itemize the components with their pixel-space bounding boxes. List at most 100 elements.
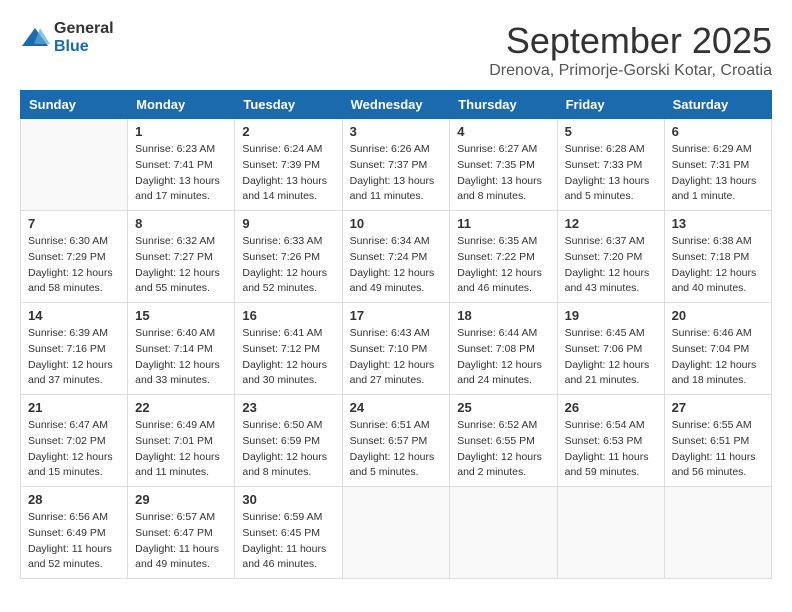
day-number: 1	[135, 124, 227, 139]
day-number: 9	[242, 216, 334, 231]
calendar-cell: 6Sunrise: 6:29 AM Sunset: 7:31 PM Daylig…	[664, 119, 771, 211]
calendar-cell	[557, 487, 664, 579]
calendar-cell: 25 Sunrise: 6:52 AM Sunset: 6:55 PM Dayli…	[450, 395, 557, 487]
calendar-header-sunday: Sunday	[21, 91, 128, 119]
calendar-cell: 11 Sunrise: 6:35 AM Sunset: 7:22 PM Dayli…	[450, 211, 557, 303]
day-number: 24	[350, 400, 443, 415]
day-number: 14	[28, 308, 120, 323]
day-info: Sunrise: 6:35 AM Sunset: 7:22 PM Dayligh…	[457, 234, 549, 297]
day-info: Sunrise: 6:23 AM Sunset: 7:41 PM Dayligh…	[135, 142, 227, 205]
calendar-header-friday: Friday	[557, 91, 664, 119]
calendar-week-row: 21Sunrise: 6:47 AM Sunset: 7:02 PM Dayli…	[21, 395, 772, 487]
day-number: 25	[457, 400, 549, 415]
calendar-cell	[21, 119, 128, 211]
calendar-table: SundayMondayTuesdayWednesdayThursdayFrid…	[20, 90, 772, 579]
day-info: Sunrise: 6:39 AM Sunset: 7:16 PM Dayligh…	[28, 326, 120, 389]
calendar-week-row: 1 Sunrise: 6:23 AM Sunset: 7:41 PM Daylig…	[21, 119, 772, 211]
day-info: Sunrise: 6:33 AM Sunset: 7:26 PM Dayligh…	[242, 234, 334, 297]
calendar-cell: 2Sunrise: 6:24 AM Sunset: 7:39 PM Daylig…	[235, 119, 342, 211]
day-number: 30	[242, 492, 334, 507]
day-number: 13	[672, 216, 764, 231]
calendar-cell	[664, 487, 771, 579]
day-number: 17	[350, 308, 443, 323]
day-number: 15	[135, 308, 227, 323]
day-number: 22	[135, 400, 227, 415]
day-number: 10	[350, 216, 443, 231]
day-number: 8	[135, 216, 227, 231]
calendar-cell: 1 Sunrise: 6:23 AM Sunset: 7:41 PM Daylig…	[128, 119, 235, 211]
logo-blue: Blue	[54, 38, 89, 55]
calendar-cell: 3 Sunrise: 6:26 AM Sunset: 7:37 PM Daylig…	[342, 119, 450, 211]
day-info: Sunrise: 6:32 AM Sunset: 7:27 PM Dayligh…	[135, 234, 227, 297]
day-info: Sunrise: 6:52 AM Sunset: 6:55 PM Dayligh…	[457, 418, 549, 481]
day-info: Sunrise: 6:46 AM Sunset: 7:04 PM Dayligh…	[672, 326, 764, 389]
day-info: Sunrise: 6:38 AM Sunset: 7:18 PM Dayligh…	[672, 234, 764, 297]
day-number: 26	[565, 400, 657, 415]
calendar-header-row: SundayMondayTuesdayWednesdayThursdayFrid…	[21, 91, 772, 119]
day-number: 18	[457, 308, 549, 323]
day-info: Sunrise: 6:41 AM Sunset: 7:12 PM Dayligh…	[242, 326, 334, 389]
page-header: General Blue September 2025 Drenova, Pri…	[20, 20, 772, 80]
calendar-header-wednesday: Wednesday	[342, 91, 450, 119]
calendar-cell: 28Sunrise: 6:56 AM Sunset: 6:49 PM Dayli…	[21, 487, 128, 579]
calendar-cell: 27 Sunrise: 6:55 AM Sunset: 6:51 PM Dayli…	[664, 395, 771, 487]
day-info: Sunrise: 6:55 AM Sunset: 6:51 PM Dayligh…	[672, 418, 764, 481]
calendar-cell: 23Sunrise: 6:50 AM Sunset: 6:59 PM Dayli…	[235, 395, 342, 487]
calendar-cell: 9 Sunrise: 6:33 AM Sunset: 7:26 PM Daylig…	[235, 211, 342, 303]
day-number: 4	[457, 124, 549, 139]
day-number: 5	[565, 124, 657, 139]
day-info: Sunrise: 6:51 AM Sunset: 6:57 PM Dayligh…	[350, 418, 443, 481]
calendar-week-row: 7 Sunrise: 6:30 AM Sunset: 7:29 PM Daylig…	[21, 211, 772, 303]
day-number: 3	[350, 124, 443, 139]
day-info: Sunrise: 6:37 AM Sunset: 7:20 PM Dayligh…	[565, 234, 657, 297]
day-number: 27	[672, 400, 764, 415]
day-info: Sunrise: 6:45 AM Sunset: 7:06 PM Dayligh…	[565, 326, 657, 389]
logo-icon	[20, 26, 50, 50]
calendar-cell: 24 Sunrise: 6:51 AM Sunset: 6:57 PM Dayli…	[342, 395, 450, 487]
day-number: 28	[28, 492, 120, 507]
day-number: 2	[242, 124, 334, 139]
calendar-cell: 17Sunrise: 6:43 AM Sunset: 7:10 PM Dayli…	[342, 303, 450, 395]
calendar-cell: 7 Sunrise: 6:30 AM Sunset: 7:29 PM Daylig…	[21, 211, 128, 303]
calendar-cell: 5 Sunrise: 6:28 AM Sunset: 7:33 PM Daylig…	[557, 119, 664, 211]
day-number: 11	[457, 216, 549, 231]
location-title: Drenova, Primorje-Gorski Kotar, Croatia	[489, 62, 772, 80]
day-info: Sunrise: 6:44 AM Sunset: 7:08 PM Dayligh…	[457, 326, 549, 389]
day-info: Sunrise: 6:49 AM Sunset: 7:01 PM Dayligh…	[135, 418, 227, 481]
day-number: 23	[242, 400, 334, 415]
calendar-cell: 19Sunrise: 6:45 AM Sunset: 7:06 PM Dayli…	[557, 303, 664, 395]
calendar-cell: 21Sunrise: 6:47 AM Sunset: 7:02 PM Dayli…	[21, 395, 128, 487]
day-info: Sunrise: 6:59 AM Sunset: 6:45 PM Dayligh…	[242, 510, 334, 573]
calendar-cell: 15 Sunrise: 6:40 AM Sunset: 7:14 PM Dayli…	[128, 303, 235, 395]
logo: General Blue	[20, 20, 114, 56]
calendar-cell: 16 Sunrise: 6:41 AM Sunset: 7:12 PM Dayli…	[235, 303, 342, 395]
calendar-cell: 29 Sunrise: 6:57 AM Sunset: 6:47 PM Dayli…	[128, 487, 235, 579]
calendar-cell	[342, 487, 450, 579]
day-number: 7	[28, 216, 120, 231]
day-number: 12	[565, 216, 657, 231]
calendar-cell: 8 Sunrise: 6:32 AM Sunset: 7:27 PM Daylig…	[128, 211, 235, 303]
calendar-cell: 22 Sunrise: 6:49 AM Sunset: 7:01 PM Dayli…	[128, 395, 235, 487]
day-info: Sunrise: 6:28 AM Sunset: 7:33 PM Dayligh…	[565, 142, 657, 205]
day-info: Sunrise: 6:29 AM Sunset: 7:31 PM Dayligh…	[672, 142, 764, 205]
day-info: Sunrise: 6:40 AM Sunset: 7:14 PM Dayligh…	[135, 326, 227, 389]
day-info: Sunrise: 6:57 AM Sunset: 6:47 PM Dayligh…	[135, 510, 227, 573]
day-info: Sunrise: 6:26 AM Sunset: 7:37 PM Dayligh…	[350, 142, 443, 205]
calendar-cell: 14 Sunrise: 6:39 AM Sunset: 7:16 PM Dayli…	[21, 303, 128, 395]
calendar-cell: 12 Sunrise: 6:37 AM Sunset: 7:20 PM Dayli…	[557, 211, 664, 303]
day-number: 16	[242, 308, 334, 323]
calendar-header-saturday: Saturday	[664, 91, 771, 119]
calendar-cell: 30 Sunrise: 6:59 AM Sunset: 6:45 PM Dayli…	[235, 487, 342, 579]
day-number: 20	[672, 308, 764, 323]
day-info: Sunrise: 6:34 AM Sunset: 7:24 PM Dayligh…	[350, 234, 443, 297]
calendar-cell: 20 Sunrise: 6:46 AM Sunset: 7:04 PM Dayli…	[664, 303, 771, 395]
calendar-cell	[450, 487, 557, 579]
day-number: 29	[135, 492, 227, 507]
calendar-cell: 26Sunrise: 6:54 AM Sunset: 6:53 PM Dayli…	[557, 395, 664, 487]
day-info: Sunrise: 6:47 AM Sunset: 7:02 PM Dayligh…	[28, 418, 120, 481]
logo-general: General	[54, 20, 114, 37]
day-info: Sunrise: 6:30 AM Sunset: 7:29 PM Dayligh…	[28, 234, 120, 297]
title-block: September 2025 Drenova, Primorje-Gorski …	[489, 20, 772, 80]
calendar-week-row: 28Sunrise: 6:56 AM Sunset: 6:49 PM Dayli…	[21, 487, 772, 579]
calendar-header-tuesday: Tuesday	[235, 91, 342, 119]
